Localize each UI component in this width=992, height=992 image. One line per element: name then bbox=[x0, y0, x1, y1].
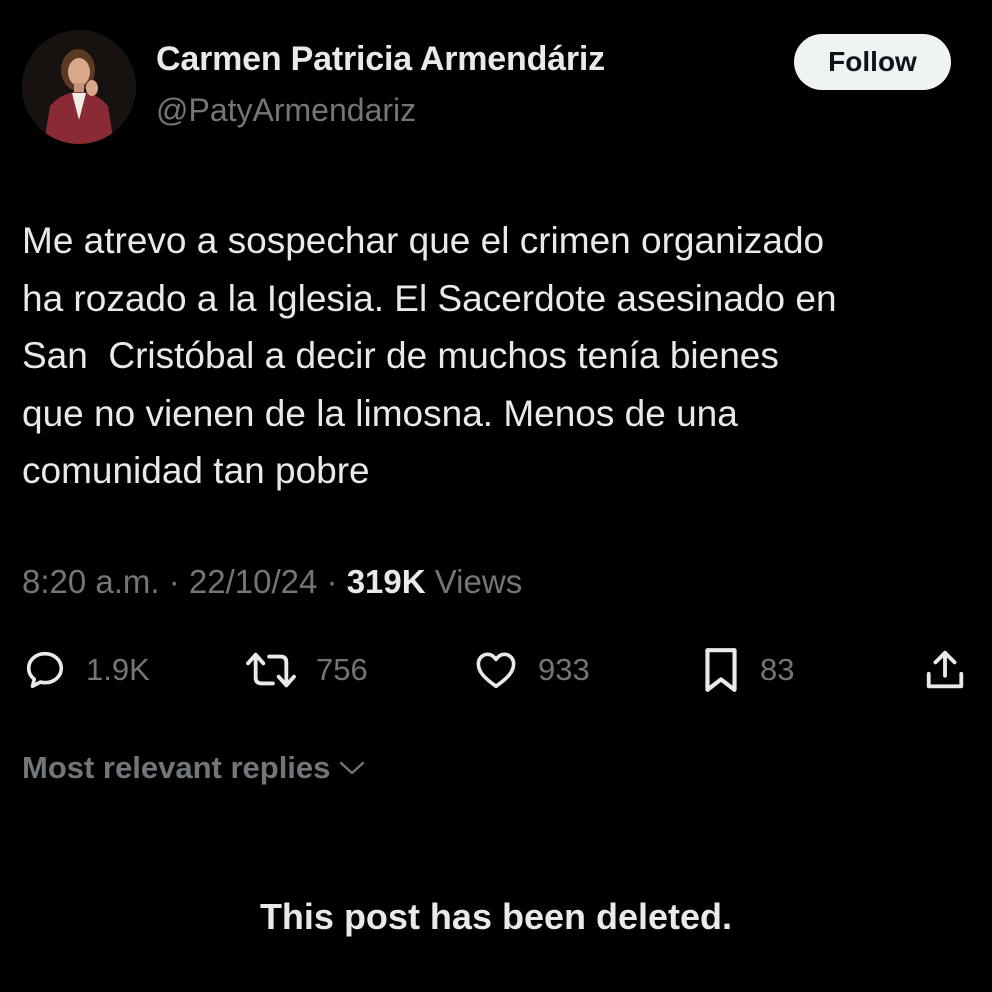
bookmark-button[interactable]: 83 bbox=[700, 640, 794, 700]
views-count[interactable]: 319K bbox=[347, 563, 426, 600]
author-display-name[interactable]: Carmen Patricia Armendáriz bbox=[156, 40, 605, 79]
reply-count: 1.9K bbox=[86, 652, 150, 687]
avatar-photo bbox=[22, 30, 136, 144]
tweet-meta: 8:20 a.m. · 22/10/24 · 319K Views bbox=[22, 563, 522, 601]
tweet-time[interactable]: 8:20 a.m. bbox=[22, 563, 160, 600]
tweet-text-line: que no vienen de la limosna. Menos de un… bbox=[22, 392, 738, 434]
deleted-post-notice: This post has been deleted. bbox=[259, 896, 733, 937]
replies-sort-dropdown[interactable]: Most relevant replies bbox=[22, 750, 366, 786]
bookmark-icon bbox=[705, 648, 737, 692]
tweet-date[interactable]: 22/10/24 bbox=[189, 563, 317, 600]
like-button[interactable]: 933 bbox=[472, 640, 590, 700]
meta-separator: · bbox=[159, 563, 189, 600]
avatar[interactable] bbox=[22, 30, 136, 144]
chevron-down-icon bbox=[340, 761, 365, 775]
tweet-text-line: ha rozado a la Iglesia. El Sacerdote ase… bbox=[22, 277, 837, 319]
replies-sort-label: Most relevant replies bbox=[22, 750, 331, 785]
tweet-text-line: Me atrevo a sospechar que el crimen orga… bbox=[22, 220, 825, 261]
tweet-text-line: San Cristóbal a decir de muchos tenía bi… bbox=[22, 335, 779, 376]
bookmark-count: 83 bbox=[760, 652, 795, 687]
reply-icon bbox=[26, 651, 64, 689]
share-button[interactable] bbox=[922, 640, 968, 700]
repost-button[interactable]: 756 bbox=[244, 640, 368, 700]
tweet-text-line: comunidad tan pobre bbox=[22, 450, 370, 491]
heart-icon bbox=[476, 652, 516, 689]
reply-button[interactable]: 1.9K bbox=[22, 640, 150, 700]
repost-count: 756 bbox=[316, 652, 368, 687]
like-count: 933 bbox=[538, 652, 590, 687]
repost-icon bbox=[246, 652, 296, 688]
share-icon bbox=[926, 650, 964, 689]
tweet-text: Me atrevo a sospechar que el crimen orga… bbox=[22, 212, 972, 500]
meta-separator: · bbox=[317, 563, 347, 600]
author-handle[interactable]: @PatyArmendariz bbox=[156, 92, 416, 129]
action-bar: 1.9K 756 933 83 bbox=[0, 640, 992, 700]
follow-button[interactable]: Follow bbox=[794, 34, 951, 90]
views-label: Views bbox=[425, 563, 523, 600]
